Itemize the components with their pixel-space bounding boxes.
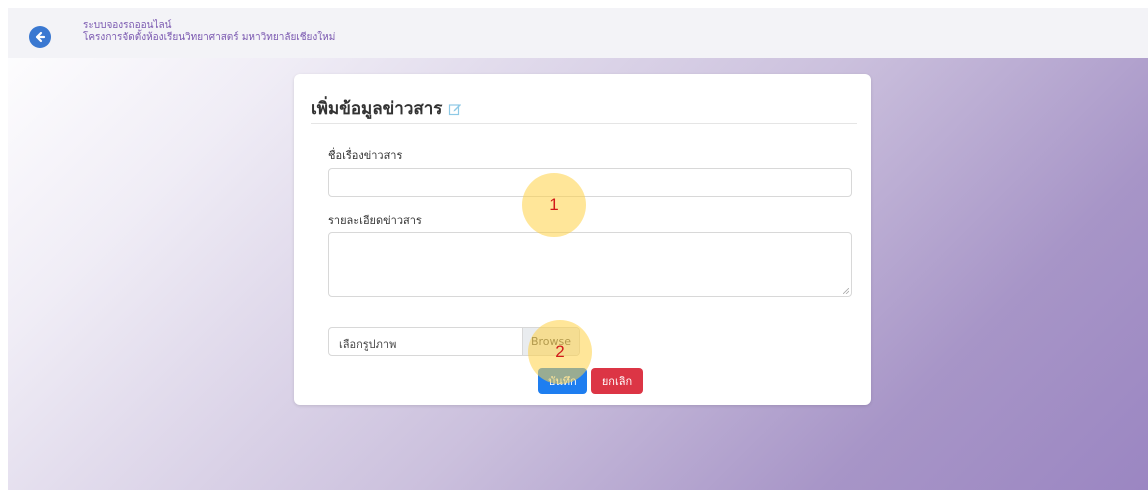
brand[interactable]: ระบบจองรถออนไลน์ โครงการจัดตั้งห้องเรียน… — [83, 20, 335, 44]
back-button[interactable] — [29, 26, 51, 48]
edit-icon — [449, 103, 462, 115]
card-divider — [311, 123, 857, 124]
brand-subtitle: โครงการจัดตั้งห้องเรียนวิทยาศาสตร์ มหาวิ… — [83, 32, 336, 43]
news-detail-label: รายละเอียดข่าวสาร — [328, 214, 422, 227]
form-title: เพิ่มข้อมูลข่าวสาร — [311, 99, 443, 119]
resize-grip-icon[interactable] — [843, 288, 849, 294]
card-title: เพิ่มข้อมูลข่าวสาร — [311, 95, 462, 122]
news-detail-textarea[interactable] — [328, 232, 852, 297]
image-file-label: เลือกรูปภาพ — [339, 338, 397, 351]
top-navbar: ระบบจองรถออนไลน์ โครงการจัดตั้งห้องเรียน… — [8, 8, 1148, 58]
annotation-marker-2: 2 — [528, 320, 592, 384]
page-background: ระบบจองรถออนไลน์ โครงการจัดตั้งห้องเรียน… — [8, 8, 1148, 490]
brand-title: ระบบจองรถออนไลน์ — [83, 20, 172, 31]
news-title-label: ชื่อเรื่องข่าวสาร — [328, 149, 403, 162]
news-title-input[interactable] — [328, 168, 852, 197]
annotation-marker-1: 1 — [522, 173, 586, 237]
cancel-button[interactable]: ยกเลิก — [591, 368, 643, 394]
arrow-left-circle-icon — [35, 31, 46, 43]
